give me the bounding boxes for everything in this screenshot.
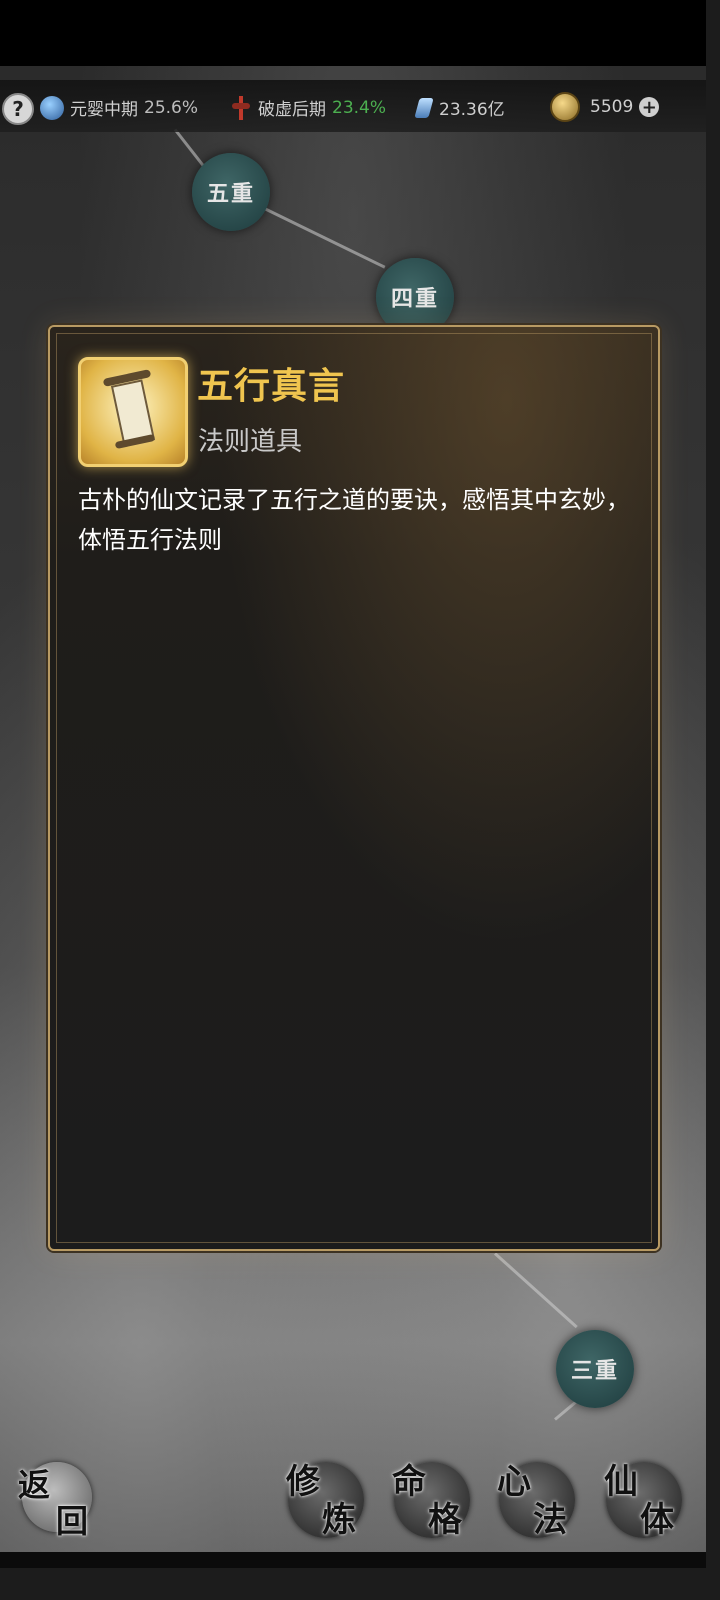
coin-icon (550, 92, 580, 122)
body-button[interactable]: 仙 体 (604, 1462, 682, 1540)
body-char-1: 仙 (604, 1462, 638, 1502)
currency-value: 5509 (590, 97, 634, 117)
bottom-system-bar (0, 1552, 706, 1568)
trident-icon (230, 95, 252, 120)
map-node-3[interactable]: 三重 (556, 1330, 634, 1408)
panel-frame (56, 333, 652, 1243)
map-node-label: 四重 (390, 286, 439, 312)
fate-char-1: 命 (392, 1462, 426, 1502)
realm-percent: 25.6% (144, 97, 199, 118)
body-char-2: 体 (640, 1500, 674, 1540)
method-char-1: 心 (497, 1462, 531, 1502)
method-char-2: 法 (533, 1500, 567, 1540)
breakthrough-percent: 23.4% (332, 97, 387, 118)
item-description: 古朴的仙文记录了五行之道的要诀，感悟其中玄妙，体悟五行法则 (78, 486, 630, 554)
back-button[interactable]: 返 回 (18, 1458, 96, 1540)
item-name: 五行真言 (197, 366, 346, 407)
spirit-stone-value: 23.36亿 (439, 100, 505, 120)
fate-button[interactable]: 命 格 (392, 1462, 470, 1540)
map-node-label: 五重 (206, 181, 255, 207)
fate-char-2: 格 (428, 1500, 462, 1540)
back-char-2: 回 (56, 1502, 89, 1540)
breakthrough-label: 破虚后期 (258, 100, 326, 120)
resource-bar: ? 元婴中期 25.6% 破虚后期 23.4% 23.36亿 5509 + (0, 80, 706, 132)
currency-count: 5509 + (550, 92, 660, 122)
help-button[interactable]: ? (2, 93, 34, 125)
item-type: 法则道具 (198, 427, 303, 457)
scroll-icon (78, 357, 188, 467)
map-node-5[interactable]: 五重 (192, 153, 270, 231)
realm-status: 元婴中期 25.6% (40, 95, 198, 120)
cultivate-char-2: 炼 (322, 1500, 356, 1540)
map-node-label: 三重 (570, 1358, 619, 1384)
cultivate-button[interactable]: 修 炼 (286, 1462, 364, 1540)
spirit-stone-count: 23.36亿 (414, 95, 505, 120)
cultivate-char-1: 修 (286, 1462, 320, 1502)
method-button[interactable]: 心 法 (497, 1462, 575, 1540)
breakthrough-status: 破虚后期 23.4% (230, 95, 386, 120)
system-status-bar (0, 0, 706, 66)
spirit-stone-icon (414, 97, 434, 118)
realm-label: 元婴中期 (70, 100, 138, 120)
back-char-1: 返 (18, 1466, 51, 1504)
taiji-orb-icon (40, 95, 64, 120)
add-currency-button[interactable]: + (639, 97, 660, 118)
